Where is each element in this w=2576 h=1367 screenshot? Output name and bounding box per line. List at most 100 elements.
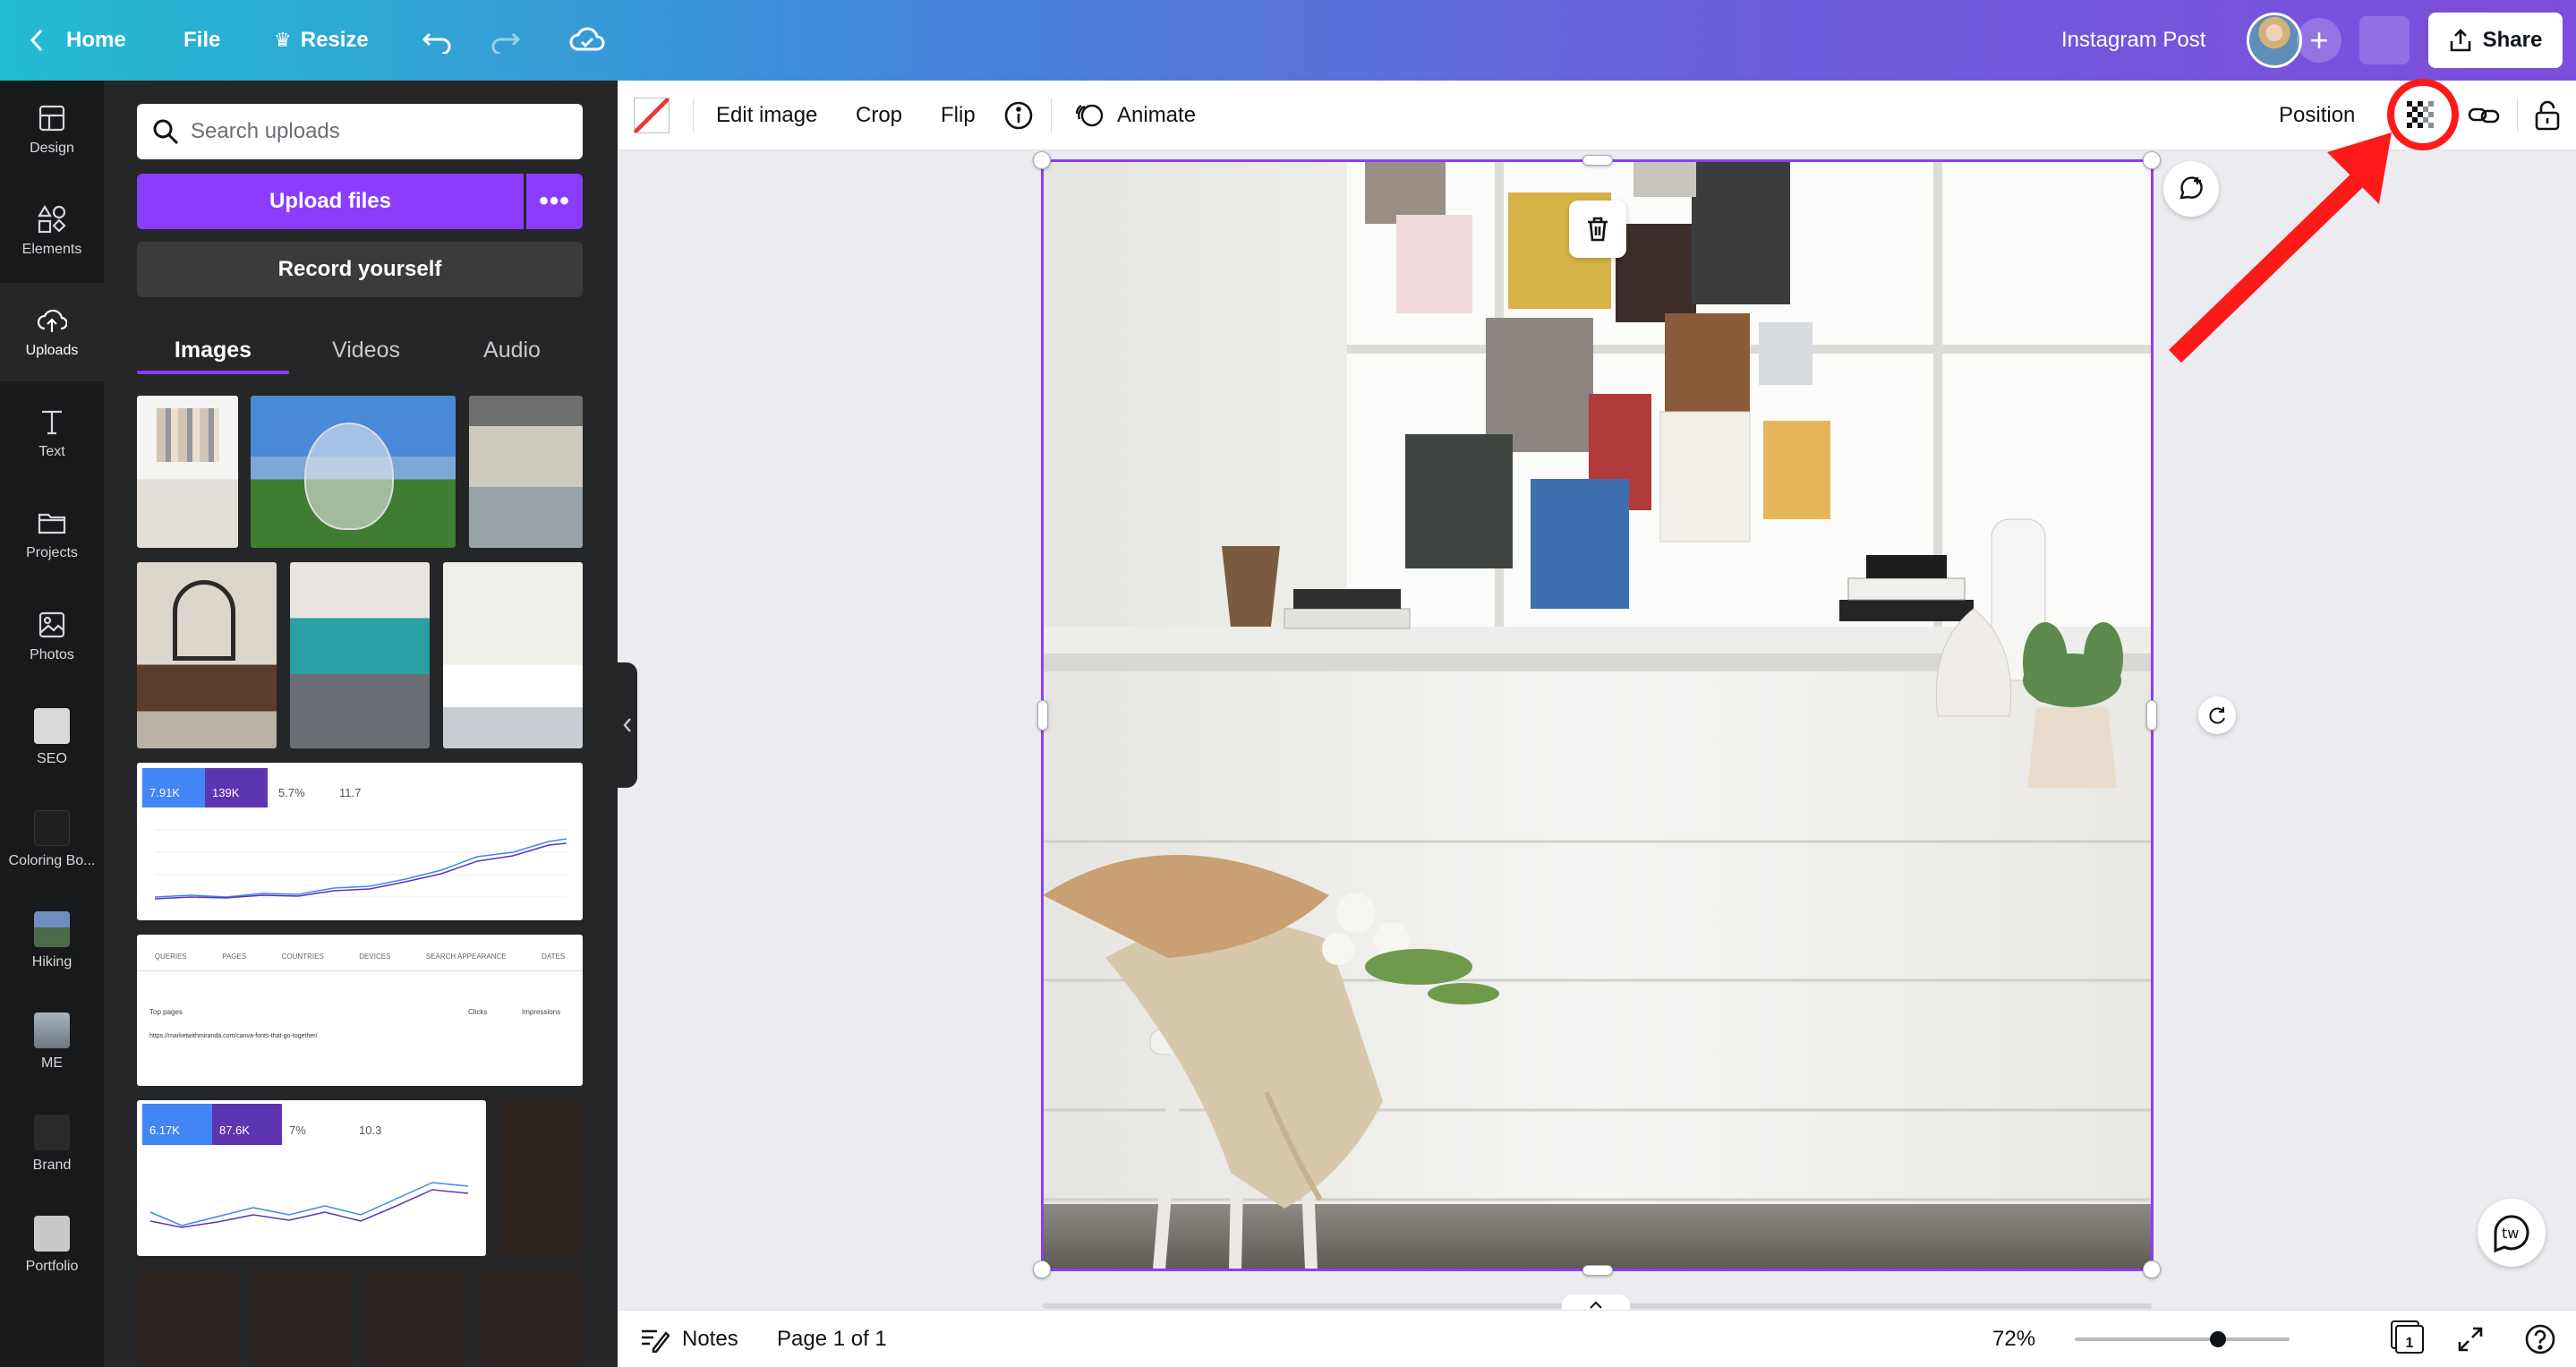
document-title[interactable]: Instagram Post [2061,0,2205,81]
rail-item-seo[interactable]: SEO [0,688,104,787]
zoom-slider-track[interactable] [2075,1337,2290,1341]
divider [693,98,694,132]
chevron-left-icon [30,29,43,52]
rail-item-uploads[interactable]: Uploads [0,283,104,381]
crop-button[interactable]: Crop [856,81,902,150]
coloring-folder-thumbnail [34,810,70,846]
rail-label: SEO [37,751,67,766]
rail-item-hiking[interactable]: Hiking [0,892,104,990]
upload-thumbnail[interactable] [443,562,583,748]
upload-thumbnail[interactable] [290,562,430,748]
bottom-bar: Notes Page 1 of 1 72% 1 [618,1310,2576,1367]
animate-button[interactable]: Animate [1074,81,1196,150]
resize-handle-right[interactable] [2146,700,2157,730]
zoom-slider-thumb[interactable] [2210,1331,2226,1347]
resize-handle-left[interactable] [1037,700,1048,730]
rotate-button[interactable] [2198,696,2236,734]
upload-thumbnail[interactable] [251,1270,352,1367]
undo-button[interactable] [421,0,455,81]
upload-thumbnail[interactable] [499,1100,583,1256]
rail-item-me[interactable]: ME [0,993,104,1091]
analytics-line-chart [154,829,567,900]
upload-thumbnail[interactable] [137,1270,238,1367]
resize-handle-top-left[interactable] [1033,151,1051,169]
upload-thumbnail-analytics[interactable]: 7.91K 139K 5.7% 11.7 [137,763,583,920]
page-indicator-button[interactable]: Page 1 of 1 [777,1311,887,1367]
share-button[interactable]: Share [2428,13,2563,68]
lock-button[interactable] [2533,81,2562,150]
resize-handle-bottom-right[interactable] [2143,1260,2161,1278]
rail-item-design[interactable]: Design [0,81,104,179]
tab-images[interactable]: Images [137,328,289,372]
annotation-arrow [2169,132,2392,363]
resize-handle-bottom[interactable] [1582,1265,1613,1276]
share-upload-icon [2450,29,2470,52]
upload-thumbnail[interactable] [469,396,583,548]
upload-thumbnail[interactable] [480,1270,583,1367]
upload-more-options-button[interactable]: ••• [526,174,583,229]
upload-thumbnail[interactable] [137,396,238,548]
search-uploads-input[interactable]: Search uploads [137,104,583,159]
home-label: Home [66,28,126,52]
avatar[interactable] [2247,13,2302,68]
analytics-tab: DEVICES [359,953,391,961]
color-swatch-button[interactable] [634,81,670,150]
cloud-check-icon [569,27,605,51]
arched-mirror-image [173,580,235,661]
tab-label: Videos [332,337,400,363]
analytics-tabs: QUERIES PAGES COUNTRIES DEVICES SEARCH A… [137,953,583,961]
tab-videos[interactable]: Videos [290,328,442,372]
upload-thumbnail[interactable] [251,396,456,548]
delete-element-button[interactable] [1569,201,1626,258]
tab-active-indicator [137,371,289,374]
upload-thumbnail[interactable] [365,1270,466,1367]
flip-button[interactable]: Flip [941,81,976,150]
collapse-panel-handle[interactable] [618,662,637,788]
upload-thumbnail-analytics[interactable]: 6.17K 87.6K 7% 10.3 [137,1100,486,1256]
rail-label: Photos [30,647,74,662]
no-color-swatch-icon [634,98,670,133]
canvas-page[interactable] [1043,161,2152,1269]
lock-icon [2535,100,2560,131]
rail-item-photos[interactable]: Photos [0,587,104,686]
record-yourself-button[interactable]: Record yourself [137,242,583,297]
file-menu[interactable]: File [183,0,220,81]
rail-item-coloring-book[interactable]: Coloring Bo... [0,790,104,889]
rail-item-text[interactable]: Text [0,384,104,483]
upload-thumbnail-analytics-table[interactable]: QUERIES PAGES COUNTRIES DEVICES SEARCH A… [137,935,583,1086]
home-button[interactable]: Home [27,0,126,81]
page-grid-button[interactable]: 1 [2395,1311,2424,1367]
edit-image-button[interactable]: Edit image [716,81,817,150]
notes-button[interactable]: Notes [639,1311,738,1367]
zoom-percentage[interactable]: 72% [1992,1311,2035,1367]
fullscreen-button[interactable] [2456,1311,2485,1367]
rail-item-portfolio[interactable]: Portfolio [0,1196,104,1294]
page-indicator-label: Page 1 of 1 [777,1327,887,1351]
chat-bubble-icon: tw [2494,1215,2529,1253]
resize-button[interactable]: ♛ Resize [274,0,369,81]
crown-icon: ♛ [274,29,292,51]
svg-text:tw: tw [2502,1225,2519,1242]
upload-files-button[interactable]: Upload files [137,174,524,229]
help-assistant-bubble[interactable]: tw [2478,1199,2546,1267]
cloud-save-button[interactable] [569,0,605,81]
hiking-folder-thumbnail [34,911,70,947]
rail-item-brand[interactable]: Brand [0,1095,104,1193]
add-collaborator-button[interactable]: + [2297,18,2341,63]
redo-button[interactable] [488,0,522,81]
info-button[interactable] [1002,81,1035,150]
resize-handle-bottom-left[interactable] [1033,1260,1051,1278]
resize-handle-top[interactable] [1582,155,1613,166]
rail-item-elements[interactable]: Elements [0,182,104,280]
search-placeholder: Search uploads [191,119,340,143]
rail-item-projects[interactable]: Projects [0,485,104,584]
analytics-tab: COUNTRIES [281,953,324,961]
insights-button[interactable] [2359,16,2410,64]
upload-thumbnail[interactable] [137,562,277,748]
help-button[interactable] [2524,1311,2556,1367]
page-count: 1 [2405,1336,2414,1351]
tab-audio[interactable]: Audio [436,328,588,372]
selected-photo[interactable] [1043,161,2152,1269]
zoom-label: 72% [1992,1327,2036,1351]
rail-label: Portfolio [25,1259,79,1274]
